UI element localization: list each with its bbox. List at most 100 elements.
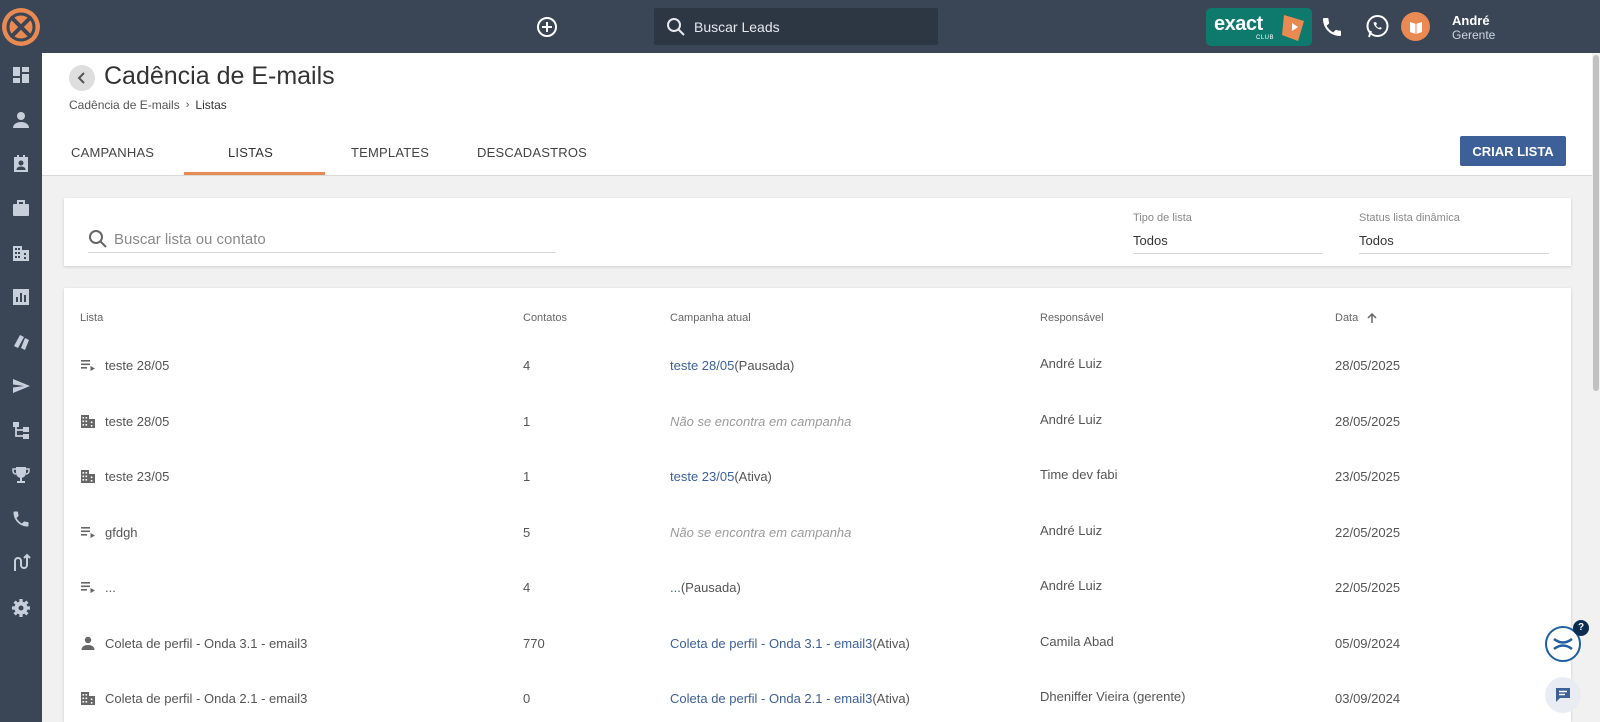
sidebar-item-cards[interactable] — [8, 329, 34, 355]
sidebar-item-calls[interactable] — [8, 506, 34, 532]
company-icon — [80, 413, 96, 429]
back-button[interactable] — [69, 65, 95, 91]
column-header-data[interactable]: Data — [1335, 312, 1377, 324]
list-search-input[interactable] — [114, 228, 542, 250]
no-campaign-text: Não se encontra em campanha — [670, 413, 852, 429]
briefcase-icon — [13, 200, 29, 216]
contact-card-icon — [14, 155, 28, 172]
list-type-select[interactable]: Tipo de lista Todos — [1133, 212, 1323, 254]
column-header-data-label: Data — [1335, 312, 1359, 324]
column-header-responsavel[interactable]: Responsável — [1040, 312, 1104, 324]
app-logo[interactable] — [0, 4, 42, 50]
bar-chart-icon — [13, 289, 29, 305]
list-date: 22/05/2025 — [1335, 524, 1401, 540]
static-list-icon — [80, 524, 96, 540]
campaign-status: (Pausada) — [680, 580, 741, 595]
add-icon[interactable] — [536, 16, 558, 38]
page-header: Cadência de E-mails Cadência de E-mails … — [42, 53, 1592, 176]
sidebar-item-companies[interactable] — [8, 240, 34, 266]
list-name[interactable]: teste 23/05 — [105, 469, 169, 484]
current-campaign: teste 28/05(Pausada) — [670, 358, 794, 373]
table-row[interactable]: Coleta de perfil - Onda 3.1 - email3 770 C… — [64, 617, 1571, 673]
chevron-right-icon: › — [185, 99, 190, 111]
page-scrollbar[interactable] — [1592, 53, 1600, 722]
table-row[interactable]: teste 28/05 1 Não se encontra em campanha A… — [64, 395, 1571, 451]
tab-descadastros[interactable]: DESCADASTROS — [477, 145, 587, 160]
list-date: 05/09/2024 — [1335, 635, 1401, 651]
column-header-campanha[interactable]: Campanha atual — [670, 312, 751, 324]
help-widget-button[interactable]: ? — [1545, 620, 1589, 662]
table-row[interactable]: gfdgh 5 Não se encontra em campanha André L… — [64, 506, 1571, 562]
filter-card: Tipo de lista Todos Status lista dinâmic… — [64, 198, 1571, 266]
column-header-lista[interactable]: Lista — [80, 312, 103, 324]
dynamic-status-select[interactable]: Status lista dinâmica Todos — [1359, 212, 1549, 254]
phone-icon[interactable] — [1320, 15, 1344, 39]
user-name[interactable]: André — [1452, 13, 1490, 28]
company-icon — [80, 690, 96, 706]
list-name[interactable]: teste 28/05 — [105, 414, 169, 429]
sidebar-item-email-cadence[interactable] — [8, 373, 34, 399]
campaign-link[interactable]: Coleta de perfil - Onda 2.1 - email3 — [670, 691, 872, 706]
chat-widget-button[interactable] — [1545, 677, 1581, 713]
responsible: André Luiz — [1040, 411, 1103, 427]
gear-icon — [12, 599, 30, 617]
user-role: Gerente — [1452, 28, 1496, 42]
scrollbar-thumb[interactable] — [1593, 55, 1599, 391]
list-name[interactable]: Coleta de perfil - Onda 3.1 - email3 — [105, 636, 307, 651]
list-type-value: Todos — [1133, 233, 1168, 248]
current-campaign: Coleta de perfil - Onda 2.1 - email3(Ati… — [670, 691, 910, 706]
list-name[interactable]: Coleta de perfil - Onda 2.1 - email3 — [105, 691, 307, 706]
contacts-count: 1 — [523, 413, 531, 429]
table-row[interactable]: teste 23/05 1 teste 23/05(Ativa) Time dev f… — [64, 450, 1571, 506]
exact-club-badge[interactable]: exact CLUB — [1206, 8, 1312, 46]
breadcrumb-parent[interactable]: Cadência de E-mails — [69, 98, 180, 112]
campaign-link[interactable]: teste 23/05 — [670, 469, 734, 484]
sidebar-item-gamification[interactable] — [8, 462, 34, 488]
contacts-count: 4 — [523, 358, 531, 373]
phone-icon — [13, 511, 29, 527]
whatsapp-icon[interactable] — [1364, 13, 1391, 40]
company-icon — [80, 468, 96, 484]
responsible: André Luiz — [1040, 522, 1103, 538]
tab-listas[interactable]: LISTAS — [228, 145, 273, 160]
sidebar-item-routes[interactable] — [8, 550, 34, 576]
tab-templates[interactable]: TEMPLATES — [351, 145, 429, 160]
tab-campanhas[interactable]: CAMPANHAS — [71, 145, 154, 160]
person-icon — [80, 635, 96, 651]
table-row[interactable]: teste 28/05 4 teste 28/05(Pausada) André Lu… — [64, 339, 1571, 395]
current-campaign: ...(Pausada) — [670, 580, 741, 595]
dynamic-status-value: Todos — [1359, 233, 1394, 248]
responsible: Camila Abad — [1040, 633, 1114, 649]
table-row[interactable]: ... 4 ...(Pausada) André Luiz 22/05/2025 — [64, 561, 1571, 617]
search-icon — [89, 230, 107, 248]
contacts-count: 5 — [523, 524, 531, 540]
chevron-left-icon — [77, 72, 85, 84]
campaign-link[interactable]: teste 28/05 — [670, 358, 734, 373]
table-row[interactable]: Coleta de perfil - Onda 2.1 - email3 0 Col… — [64, 672, 1571, 722]
create-list-button[interactable]: CRIAR LISTA — [1460, 136, 1566, 166]
current-campaign: teste 23/05(Ativa) — [670, 469, 772, 484]
sort-arrow-up-icon[interactable] — [1367, 312, 1377, 324]
lead-search-input[interactable] — [694, 8, 930, 45]
sidebar-item-dashboard[interactable] — [8, 62, 34, 88]
sidebar-item-settings[interactable] — [8, 595, 34, 621]
building-icon — [13, 246, 29, 261]
sidebar-item-deals[interactable] — [8, 195, 34, 221]
list-date: 03/09/2024 — [1335, 691, 1401, 706]
book-icon — [1409, 21, 1422, 34]
list-name[interactable]: ... — [105, 580, 116, 595]
campaign-status: (Ativa) — [872, 635, 910, 651]
current-campaign: Não se encontra em campanha — [670, 525, 851, 540]
top-bar: exact CLUB André Gerente — [0, 0, 1600, 53]
hierarchy-icon — [13, 422, 29, 439]
sidebar-item-reports[interactable] — [8, 284, 34, 310]
column-header-contatos[interactable]: Contatos — [523, 312, 567, 324]
sidebar-item-contacts[interactable] — [8, 151, 34, 177]
user-avatar[interactable] — [1401, 12, 1430, 41]
campaign-link[interactable]: Coleta de perfil - Onda 3.1 - email3 — [670, 636, 872, 651]
list-name[interactable]: teste 28/05 — [105, 358, 169, 373]
list-name[interactable]: gfdgh — [105, 525, 138, 540]
sidebar-item-leads[interactable] — [8, 107, 34, 133]
sidebar-item-flows[interactable] — [8, 417, 34, 443]
campaign-link[interactable]: ... — [670, 580, 681, 595]
